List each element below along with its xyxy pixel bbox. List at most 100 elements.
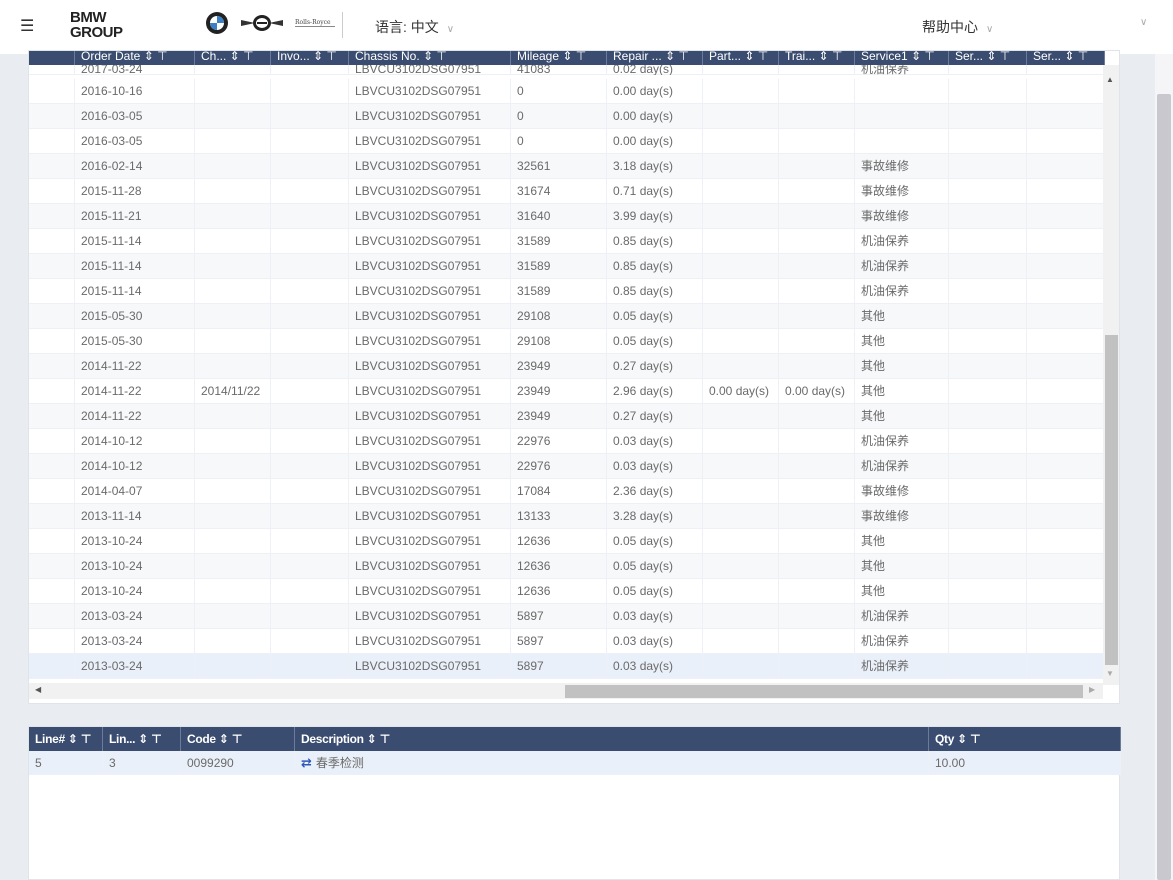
row-selector-cell[interactable] [29, 354, 75, 379]
row-selector-cell[interactable] [29, 129, 75, 154]
row-selector-cell[interactable] [29, 79, 75, 104]
row-selector-cell[interactable] [29, 104, 75, 129]
column-header[interactable]: Repair ... ⇕ ⊤ [607, 51, 703, 65]
scroll-thumb[interactable] [565, 685, 1083, 698]
column-header[interactable]: Description ⇕ ⊤ [295, 727, 929, 751]
table-row[interactable]: 2014-10-12 LBVCU3102DSG07951 22976 0.03 day… [29, 454, 1105, 479]
table-row[interactable]: 2015-05-30 LBVCU3102DSG07951 29108 0.05 day… [29, 329, 1105, 354]
column-header[interactable]: Trai... ⇕ ⊤ [779, 51, 855, 65]
column-header[interactable]: Code ⇕ ⊤ [181, 727, 295, 751]
table-row[interactable]: 2014-10-12 LBVCU3102DSG07951 22976 0.03 day… [29, 429, 1105, 454]
table-row[interactable]: 2015-11-14 LBVCU3102DSG07951 31589 0.85 day… [29, 229, 1105, 254]
table-cell [195, 279, 271, 304]
table-cell [195, 404, 271, 429]
row-selector-cell[interactable] [29, 479, 75, 504]
table-row[interactable]: 2016-03-05 LBVCU3102DSG07951 0 0.00 day(s) [29, 129, 1105, 154]
menu-toggle-icon[interactable]: ☰ [20, 16, 38, 35]
table-row[interactable]: 2013-10-24 LBVCU3102DSG07951 12636 0.05 day… [29, 554, 1105, 579]
table-row[interactable]: 2016-10-16 LBVCU3102DSG07951 0 0.00 day(s) [29, 79, 1105, 104]
column-header[interactable]: Lin... ⇕ ⊤ [103, 727, 181, 751]
table-row[interactable]: 2014-11-22 2014/11/22 LBVCU3102DSG07951 239… [29, 379, 1105, 404]
row-selector-cell[interactable] [29, 329, 75, 354]
horizontal-scrollbar[interactable]: ◀ ▶ [29, 683, 1103, 699]
table-row[interactable]: 2015-11-14 LBVCU3102DSG07951 31589 0.85 day… [29, 279, 1105, 304]
column-header[interactable]: Ser... ⇕ ⊤ [1027, 51, 1105, 65]
row-selector-cell[interactable] [29, 579, 75, 604]
column-header[interactable]: Chassis No. ⇕ ⊤ [349, 51, 511, 65]
scroll-left-icon[interactable]: ◀ [35, 685, 41, 694]
row-selector-cell[interactable] [29, 254, 75, 279]
table-cell [1027, 279, 1105, 304]
row-selector-cell[interactable] [29, 604, 75, 629]
help-center-menu[interactable]: 帮助中心 ∨ [922, 17, 993, 37]
row-selector-cell[interactable] [29, 529, 75, 554]
row-selector-cell[interactable] [29, 229, 75, 254]
table-row[interactable]: 2013-11-14 LBVCU3102DSG07951 13133 3.28 day… [29, 504, 1105, 529]
scroll-right-icon[interactable]: ▶ [1089, 685, 1095, 694]
row-selector-cell[interactable] [29, 204, 75, 229]
column-header[interactable]: Ser... ⇕ ⊤ [949, 51, 1027, 65]
table-cell: 2013-11-14 [75, 504, 195, 529]
row-selector-cell[interactable] [29, 429, 75, 454]
row-selector-cell[interactable] [29, 379, 75, 404]
table-cell [779, 129, 855, 154]
column-header[interactable]: Service1 ⇕ ⊤ [855, 51, 949, 65]
row-selector-cell[interactable] [29, 504, 75, 529]
table-row[interactable]: 2013-10-24 LBVCU3102DSG07951 12636 0.05 day… [29, 529, 1105, 554]
row-selector-cell[interactable] [29, 279, 75, 304]
language-selector[interactable]: 语言: 中文 ∨ [375, 17, 454, 37]
row-selector-cell[interactable] [29, 404, 75, 429]
table-row[interactable]: 2015-11-14 LBVCU3102DSG07951 31589 0.85 day… [29, 254, 1105, 279]
table-cell [779, 154, 855, 179]
table-cell [195, 154, 271, 179]
table-cell [855, 129, 949, 154]
scroll-up-icon[interactable]: ▲ [1106, 75, 1114, 84]
column-header[interactable]: Mileage ⇕ ⊤ [511, 51, 607, 65]
table-row[interactable]: 2013-10-24 LBVCU3102DSG07951 12636 0.05 day… [29, 579, 1105, 604]
table-cell: LBVCU3102DSG07951 [349, 429, 511, 454]
table-row[interactable]: 2017-03-24 LBVCU3102DSG07951 41083 0.02 day… [29, 65, 1105, 75]
table-row[interactable]: 2016-03-05 LBVCU3102DSG07951 0 0.00 day(s) [29, 104, 1105, 129]
table-row[interactable]: 2013-03-24 LBVCU3102DSG07951 5897 0.03 day(… [29, 604, 1105, 629]
table-cell [949, 629, 1027, 654]
table-row[interactable]: 2014-11-22 LBVCU3102DSG07951 23949 0.27 day… [29, 354, 1105, 379]
table-row[interactable]: 5 3 0099290 ⇄ 春季检测 10.00 [29, 751, 1121, 775]
user-menu-chevron-icon[interactable]: ∨ [1140, 17, 1147, 28]
row-selector-cell[interactable] [29, 629, 75, 654]
scroll-thumb[interactable] [1105, 335, 1118, 665]
table-cell [195, 354, 271, 379]
column-header[interactable]: Invo... ⇕ ⊤ [271, 51, 349, 65]
page-scroll-thumb[interactable] [1157, 94, 1171, 880]
table-cell [949, 454, 1027, 479]
table-cell [271, 254, 349, 279]
table-row[interactable]: 2013-03-24 LBVCU3102DSG07951 5897 0.03 day(… [29, 629, 1105, 654]
table-row[interactable]: 2014-04-07 LBVCU3102DSG07951 17084 2.36 day… [29, 479, 1105, 504]
table-row[interactable]: 2015-05-30 LBVCU3102DSG07951 29108 0.05 day… [29, 304, 1105, 329]
table-cell [1027, 129, 1105, 154]
table-row[interactable]: 2013-03-24 LBVCU3102DSG07951 5897 0.03 day(… [29, 654, 1105, 679]
table-row[interactable]: 2015-11-21 LBVCU3102DSG07951 31640 3.99 day… [29, 204, 1105, 229]
row-selector-cell[interactable] [29, 304, 75, 329]
row-selector-cell[interactable] [29, 554, 75, 579]
page-scrollbar[interactable] [1155, 54, 1173, 880]
table-row[interactable]: 2014-11-22 LBVCU3102DSG07951 23949 0.27 day… [29, 404, 1105, 429]
row-selector-cell[interactable] [29, 179, 75, 204]
column-header[interactable]: Part... ⇕ ⊤ [703, 51, 779, 65]
row-selector-cell[interactable] [29, 65, 75, 75]
scroll-down-icon[interactable]: ▼ [1106, 669, 1114, 678]
row-selector-cell[interactable] [29, 454, 75, 479]
column-header[interactable]: Line# ⇕ ⊤ [29, 727, 103, 751]
column-header[interactable]: Order Date ⇕ ⊤ [75, 51, 195, 65]
rolls-royce-logo: Rolls-Royce [295, 19, 335, 27]
column-header[interactable]: Qty ⇕ ⊤ [929, 727, 1121, 751]
table-row[interactable]: 2015-11-28 LBVCU3102DSG07951 31674 0.71 day… [29, 179, 1105, 204]
row-selector-cell[interactable] [29, 654, 75, 679]
table-row[interactable]: 2016-02-14 LBVCU3102DSG07951 32561 3.18 day… [29, 154, 1105, 179]
table-cell: 0.05 day(s) [607, 329, 703, 354]
table-cell: 12636 [511, 579, 607, 604]
table-cell [1027, 354, 1105, 379]
table-cell [949, 354, 1027, 379]
row-selector-cell[interactable] [29, 154, 75, 179]
vertical-scrollbar[interactable]: ▲ ▼ [1103, 65, 1119, 685]
column-header[interactable]: Ch... ⇕ ⊤ [195, 51, 271, 65]
